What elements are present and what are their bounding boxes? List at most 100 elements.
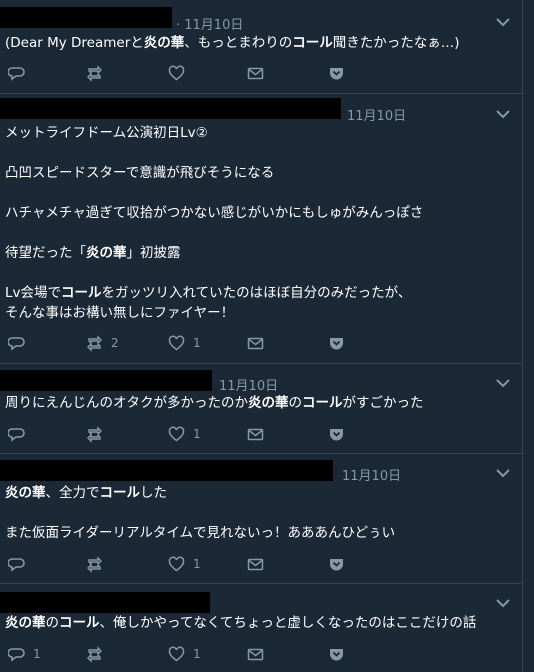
like-button[interactable]: 1 — [168, 644, 201, 664]
like-button[interactable]: 1 — [168, 554, 201, 574]
reply-icon — [8, 647, 25, 662]
tweet-date[interactable]: 11月10日 — [219, 375, 278, 394]
chevron-down-icon[interactable] — [496, 598, 510, 608]
heart-icon — [168, 556, 185, 571]
tweet-line: Lv会場でコールをガッツリ入れていたのはほぼ自分のみだったが、 — [5, 283, 514, 303]
text-segment: 、全力で — [45, 485, 100, 501]
text-segment: Lv会場で — [5, 285, 62, 301]
tweet-line: 炎の華のコール、俺しかやってなくてちょっと虚しくなったのはここだけの話 — [5, 613, 514, 633]
tweet-text: 炎の華のコール、俺しかやってなくてちょっと虚しくなったのはここだけの話 — [5, 613, 514, 633]
text-segment: 待望だった「 — [5, 245, 86, 261]
redacted-username — [0, 592, 210, 613]
tweet-actions: 11 — [0, 644, 522, 664]
pocket-button[interactable] — [328, 63, 345, 83]
tweet-text: メットライフドーム公演初日Lv② 凸凹スピードスターで意識が飛びそうになるハチャメ… — [5, 123, 514, 323]
tweet-text: 炎の華、全力でコールした また仮面ライダーリアルタイムで見れないっ！あああんひどぅ… — [5, 483, 514, 543]
reply-count: 1 — [33, 647, 41, 661]
chevron-down-icon[interactable] — [496, 17, 510, 27]
heart-icon — [168, 426, 185, 441]
highlighted-term: コール — [302, 395, 343, 411]
text-segment: の — [288, 395, 303, 411]
tweet-actions: 1 — [0, 554, 522, 574]
pocket-icon — [330, 67, 343, 79]
text-segment: (Dear My Dreamerと — [5, 35, 144, 51]
pocket-icon — [330, 648, 343, 660]
tweet-date[interactable]: · 11月10日 — [176, 14, 243, 33]
pocket-button[interactable] — [328, 333, 345, 353]
redacted-username — [0, 7, 172, 28]
scrollbar-track[interactable] — [522, 0, 534, 672]
tweet-line: (Dear My Dreamerと炎の華、もっとまわりのコール聞きたかったなぁ…… — [5, 33, 514, 53]
reply-icon — [8, 557, 25, 572]
highlighted-term: コール — [99, 485, 141, 501]
retweet-button[interactable] — [86, 644, 103, 664]
reply-button[interactable] — [8, 554, 25, 574]
tweet-line: そんな事はお構い無しにファイヤー！ — [5, 303, 514, 323]
heart-icon — [168, 65, 185, 80]
retweet-icon — [87, 334, 102, 352]
dm-button[interactable] — [247, 333, 264, 353]
tweet-text: 周りにえんじんのオタクが多かったのか炎の華のコールがすごかった — [5, 393, 514, 413]
text-segment: 」初披露 — [126, 245, 181, 261]
tweet-actions — [0, 63, 522, 83]
like-button[interactable]: 1 — [168, 333, 201, 353]
tweet-actions: 21 — [0, 333, 522, 353]
text-segment: 凸凹スピードスターで意識が飛びそうになる — [5, 165, 275, 181]
tweet-1[interactable]: · 11月10日 (Dear My Dreamerと炎の華、もっとまわりのコール… — [0, 0, 522, 94]
redacted-username — [0, 98, 341, 119]
retweet-button[interactable]: 2 — [86, 333, 119, 353]
dm-button[interactable] — [247, 644, 264, 664]
highlighted-term: 炎の華 — [5, 615, 46, 631]
reply-icon — [8, 336, 25, 351]
chevron-down-icon[interactable] — [496, 109, 510, 119]
tweet-4[interactable]: 11月10日 炎の華、全力でコールした また仮面ライダーリアルタイムで見れないっ！… — [0, 454, 522, 584]
reply-button[interactable] — [8, 63, 25, 83]
retweet-button[interactable] — [86, 554, 103, 574]
like-button[interactable]: 1 — [168, 424, 201, 444]
reply-button[interactable] — [8, 424, 25, 444]
text-segment: また仮面ライダーリアルタイムで見れないっ！あああんひどぅい — [5, 525, 396, 541]
retweet-button[interactable] — [86, 424, 103, 444]
like-button[interactable] — [168, 63, 185, 83]
tweet-date[interactable]: 11月10日 — [342, 465, 401, 484]
retweet-icon — [87, 425, 102, 443]
chevron-down-icon[interactable] — [496, 468, 510, 478]
highlighted-term: 炎の華 — [5, 485, 46, 501]
retweet-icon — [87, 645, 102, 663]
envelope-icon — [247, 67, 264, 79]
chevron-down-icon[interactable] — [496, 378, 510, 388]
dm-button[interactable] — [247, 63, 264, 83]
pocket-button[interactable] — [328, 424, 345, 444]
highlighted-term: 炎の華 — [86, 245, 127, 261]
tweet-line: また仮面ライダーリアルタイムで見れないっ！あああんひどぅい — [5, 523, 514, 543]
reply-button[interactable]: 1 — [8, 644, 41, 664]
pocket-button[interactable] — [328, 644, 345, 664]
text-segment: 聞きたかったなぁ…) — [332, 35, 460, 51]
dm-button[interactable] — [247, 424, 264, 444]
reply-icon — [8, 66, 25, 81]
like-count: 1 — [193, 336, 201, 350]
reply-button[interactable] — [8, 333, 25, 353]
text-segment: 、もっとまわりの — [184, 35, 293, 51]
highlighted-term: コール — [292, 35, 333, 51]
tweet-line: メットライフドーム公演初日Lv② — [5, 123, 514, 143]
pocket-icon — [330, 428, 343, 440]
tweet-3[interactable]: 11月10日 周りにえんじんのオタクが多かったのか炎の華のコールがすごかった 1 — [0, 364, 522, 454]
tweet-2[interactable]: 11月10日 メットライフドーム公演初日Lv② 凸凹スピードスターで意識が飛びそう… — [0, 94, 522, 364]
text-segment: そんな事はお構い無しにファイヤー！ — [5, 305, 235, 321]
tweet-line: ハチャメチャ過ぎて収拾がつかない感じがいかにもしゅがみんっぽさ — [5, 203, 514, 223]
tweet-date[interactable]: 11月10日 — [347, 105, 406, 124]
tweet-line: 凸凹スピードスターで意識が飛びそうになる — [5, 163, 514, 183]
text-segment: がすごかった — [342, 395, 424, 411]
heart-icon — [168, 335, 185, 350]
tweet-5[interactable]: 炎の華のコール、俺しかやってなくてちょっと虚しくなったのはここだけの話 11 — [0, 584, 522, 672]
text-segment: の — [45, 615, 60, 631]
pocket-button[interactable] — [328, 554, 345, 574]
retweet-button[interactable] — [86, 63, 103, 83]
like-count: 1 — [193, 557, 201, 571]
dm-button[interactable] — [247, 554, 264, 574]
highlighted-term: 炎の華 — [143, 35, 185, 51]
pocket-icon — [330, 558, 343, 570]
text-segment: 周りにえんじんのオタクが多かったのか — [5, 395, 248, 411]
